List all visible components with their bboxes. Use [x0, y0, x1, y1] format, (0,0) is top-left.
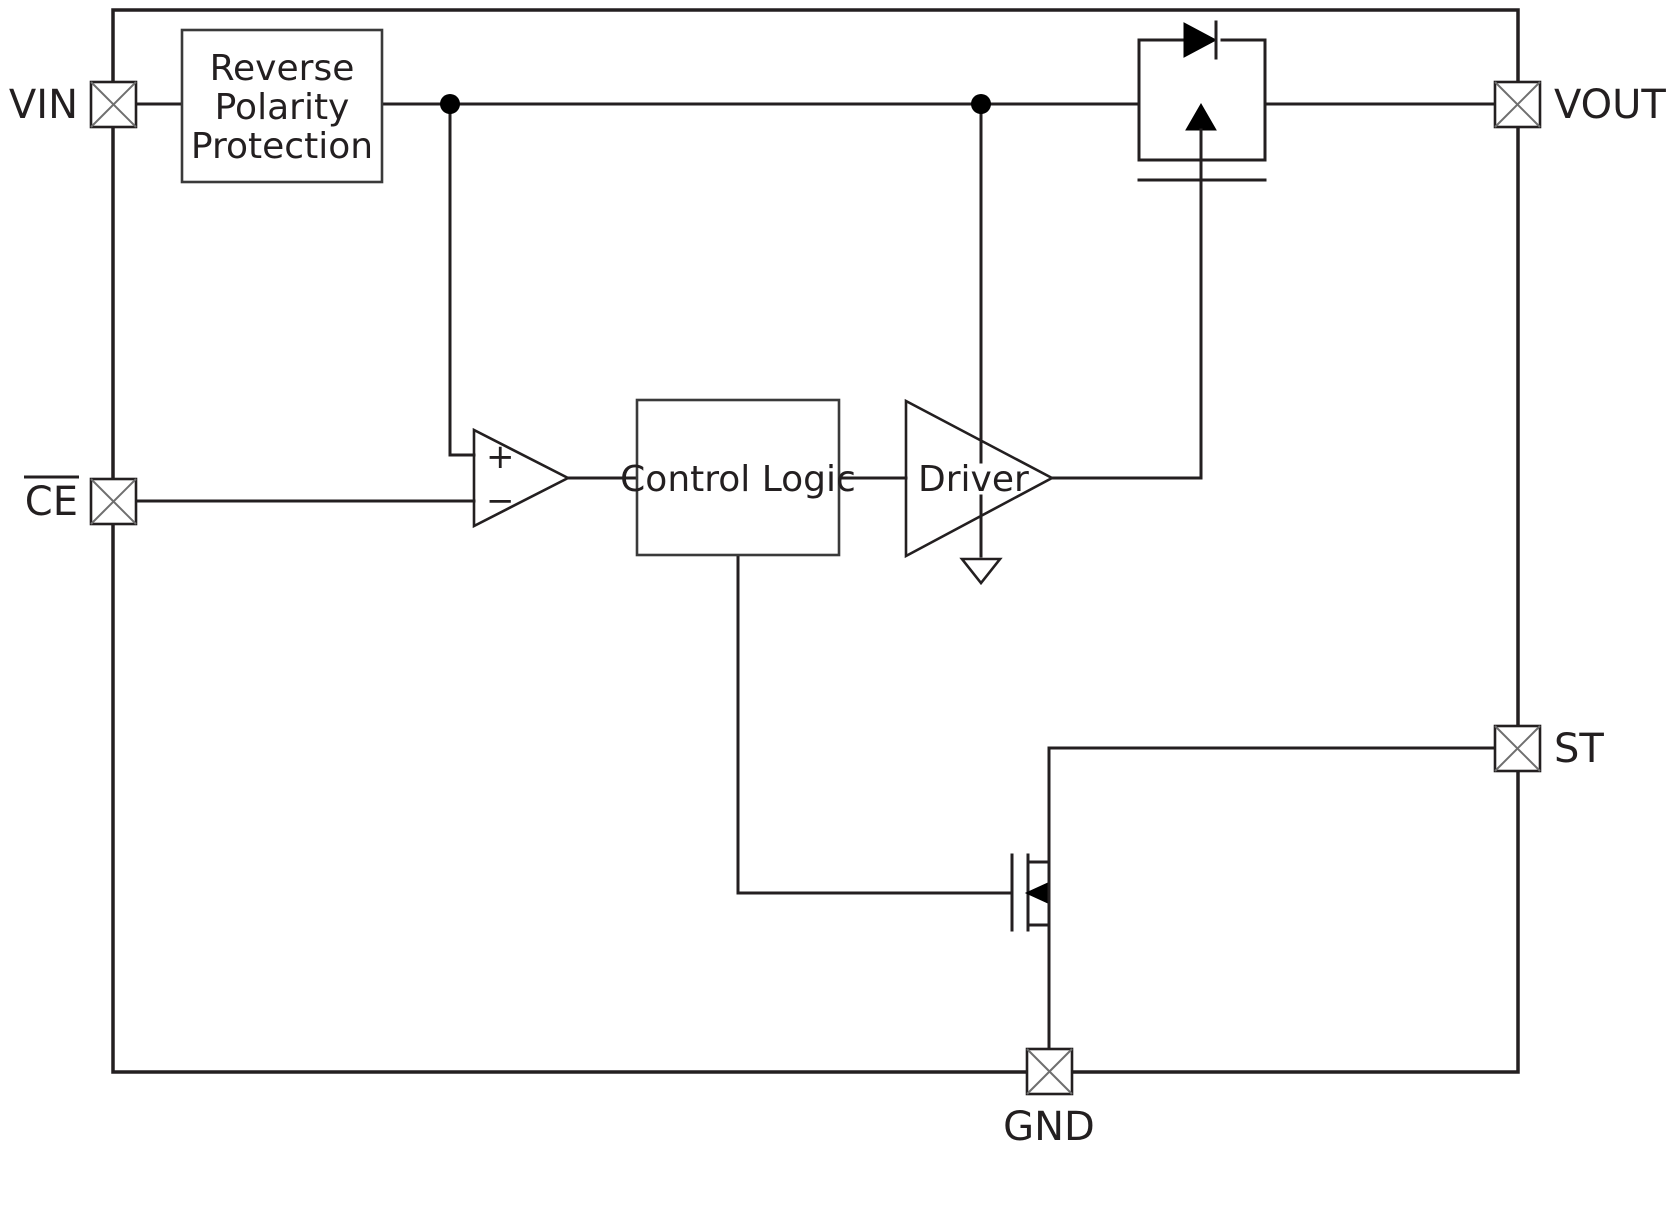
pmos-body-arrow	[1185, 102, 1217, 180]
driver-label: Driver	[918, 459, 1029, 500]
pin-label-gnd: GND	[1003, 1104, 1095, 1150]
circuit-schematic: Reverse Polarity Protection Control Logi…	[9, 8, 1666, 1150]
comparator-minus-label: −	[486, 481, 515, 521]
pin-vout[interactable]: VOUT	[1493, 80, 1666, 129]
comparator-plus-label: +	[486, 437, 515, 477]
nmos-body-arrow	[1024, 881, 1051, 905]
junction-dot-vin-comparator	[440, 94, 460, 114]
nmos-status-transistor[interactable]	[1010, 853, 1051, 932]
ground-symbol	[959, 557, 1003, 586]
pin-ce[interactable]: CE	[24, 475, 138, 526]
control-logic-label: Control Logic	[620, 459, 856, 500]
block-control-logic[interactable]: Control Logic	[620, 398, 856, 557]
pin-label-st: ST	[1554, 726, 1604, 772]
gate-driver[interactable]: Driver	[904, 398, 1055, 586]
net-driver-output-to-gate	[1050, 176, 1203, 480]
pmos-pass-transistor[interactable]	[1137, 20, 1267, 182]
error-comparator[interactable]: + −	[472, 427, 571, 529]
rpp-label-line-1: Reverse	[210, 48, 355, 89]
net-control-to-nmos-gate	[736, 553, 1014, 895]
pin-vin[interactable]: VIN	[9, 80, 138, 129]
rpp-label-line-3: Protection	[191, 126, 373, 167]
diagram-canvas: Reverse Polarity Protection Control Logi…	[0, 0, 1668, 1211]
net-st	[1047, 746, 1497, 864]
rpp-label-line-2: Polarity	[215, 87, 350, 128]
pin-label-ce: CE	[25, 479, 78, 525]
pin-gnd[interactable]: GND	[1003, 1047, 1095, 1150]
junction-dot-vin-driver	[971, 94, 991, 114]
pin-label-vout: VOUT	[1554, 82, 1666, 128]
pin-st[interactable]: ST	[1493, 724, 1604, 773]
block-reverse-polarity-protection[interactable]: Reverse Polarity Protection	[180, 28, 384, 184]
pin-label-vin: VIN	[9, 82, 78, 128]
